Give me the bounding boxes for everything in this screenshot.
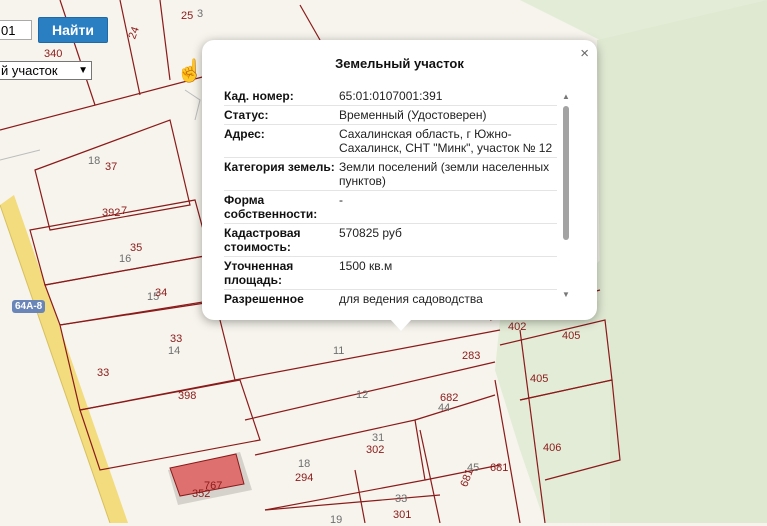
attribute-key: Кад. номер: bbox=[224, 89, 294, 103]
attribute-value: 1500 кв.м bbox=[339, 259, 393, 273]
parcel-number-label: 302 bbox=[366, 444, 385, 456]
parcel-number-label: 18 bbox=[88, 155, 101, 167]
parcel-number-label: 11 bbox=[333, 345, 345, 357]
attribute-key: Разрешенное bbox=[224, 292, 304, 306]
parcel-number-label: 340 bbox=[44, 48, 63, 60]
hand-cursor-icon: ☝ bbox=[176, 58, 204, 83]
parcel-number-label: 14 bbox=[168, 345, 181, 357]
scroll-up-icon[interactable]: ▲ bbox=[562, 92, 570, 101]
parcel-number-label: 33 bbox=[97, 367, 110, 379]
parcel-number-label: 398 bbox=[178, 390, 197, 402]
attribute-key: Кадастровая стоимость: bbox=[224, 226, 301, 254]
parcel-number-label: 301 bbox=[393, 509, 412, 521]
parcel-number-label: 3 bbox=[197, 8, 204, 20]
parcel-number-label: 7 bbox=[121, 205, 128, 217]
parcel-number-label: 294 bbox=[295, 472, 314, 484]
parcel-number-label: 16 bbox=[119, 253, 132, 265]
parcel-number-label: 681 bbox=[490, 462, 509, 474]
parcel-number-label: 352 bbox=[192, 488, 211, 500]
attribute-value: 65:01:0107001:391 bbox=[339, 89, 443, 103]
parcel-number-label: 392 bbox=[102, 207, 121, 219]
parcel-number-label: 405 bbox=[562, 330, 581, 342]
parcel-number-label: 34 bbox=[155, 287, 168, 299]
parcel-number-label: 18 bbox=[298, 458, 311, 470]
parcel-number-label: 37 bbox=[105, 161, 118, 173]
parcel-number-label: 402 bbox=[508, 321, 527, 333]
parcel-number-label: 35 bbox=[130, 242, 143, 254]
attribute-row: Разрешенное для ведения садоводства bbox=[224, 290, 557, 307]
scrollbar-thumb[interactable] bbox=[563, 106, 569, 240]
scroll-down-icon[interactable]: ▼ bbox=[562, 290, 570, 299]
attribute-key: Категория земель: bbox=[224, 160, 335, 174]
attribute-row: Адрес: Сахалинская область, г Южно-Сахали… bbox=[224, 125, 557, 158]
attribute-row: Категория земель: Земли поселений (земли … bbox=[224, 158, 557, 191]
object-type-selected: й участок bbox=[1, 63, 58, 78]
attribute-value: - bbox=[339, 193, 343, 207]
attribute-value: 570825 руб bbox=[339, 226, 402, 240]
parcel-number-label: 19 bbox=[330, 514, 343, 526]
parcel-number-label: 12 bbox=[356, 389, 369, 401]
attribute-value: Временный (Удостоверен) bbox=[339, 108, 487, 122]
popup-pointer bbox=[390, 319, 412, 331]
parcel-number-label: 33 bbox=[395, 493, 408, 505]
parcel-number-label: 33 bbox=[170, 333, 183, 345]
search-button[interactable]: Найти bbox=[38, 17, 108, 43]
parcel-number-label: 406 bbox=[543, 442, 562, 454]
attribute-key: Уточненная площадь: bbox=[224, 259, 294, 287]
attribute-key: Форма собственности: bbox=[224, 193, 318, 221]
parcel-number-label: 31 bbox=[372, 432, 385, 444]
attribute-row: Кадастровая стоимость: 570825 руб bbox=[224, 224, 557, 257]
object-type-select[interactable]: й участок ▼ bbox=[0, 61, 92, 80]
parcel-number-label: 283 bbox=[462, 350, 481, 362]
parcel-number-label: 25 bbox=[181, 10, 194, 22]
parcel-info-popup: × Земельный участок Кад. номер: 65:01:010… bbox=[202, 40, 597, 331]
attribute-row: Кад. номер: 65:01:0107001:391 bbox=[224, 87, 557, 106]
attribute-row: Уточненная площадь: 1500 кв.м bbox=[224, 257, 557, 290]
chevron-down-icon: ▼ bbox=[78, 65, 88, 76]
popup-title: Земельный участок bbox=[335, 56, 464, 71]
attribute-value: для ведения садоводства bbox=[339, 292, 483, 306]
parcel-number-label: 405 bbox=[530, 373, 549, 385]
attribute-key: Адрес: bbox=[224, 127, 265, 141]
popup-scrollbar[interactable]: ▲ ▼ bbox=[562, 92, 570, 300]
attribute-value: Земли поселений (земли населенных пункто… bbox=[339, 160, 550, 188]
search-input[interactable] bbox=[0, 20, 32, 40]
road-number-badge: 64А-8 bbox=[12, 300, 46, 313]
attribute-key: Статус: bbox=[224, 108, 269, 122]
parcel-number-label: 44 bbox=[438, 402, 451, 414]
parcel-attributes-table[interactable]: Кад. номер: 65:01:0107001:391 Статус: Време… bbox=[224, 87, 557, 307]
attribute-row: Статус: Временный (Удостоверен) bbox=[224, 106, 557, 125]
attribute-row: Форма собственности: - bbox=[224, 191, 557, 224]
attribute-value: Сахалинская область, г Южно-Сахалинск, С… bbox=[339, 127, 553, 155]
